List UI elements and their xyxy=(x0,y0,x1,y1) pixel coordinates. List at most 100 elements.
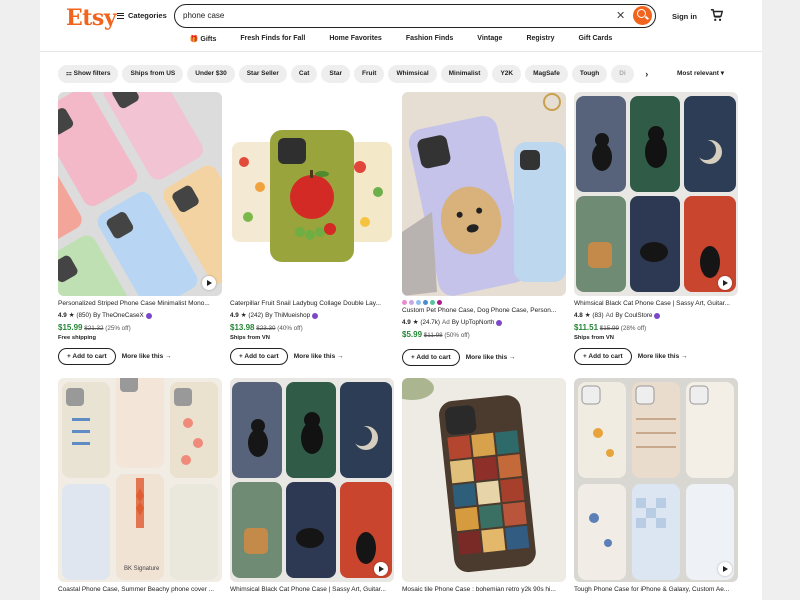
nav-item-fresh-finds[interactable]: Fresh Finds for Fall xyxy=(228,31,317,49)
star-icon: ★ xyxy=(68,312,75,319)
product-rating: 4.9 ★ (850) By TheOneCaseX xyxy=(58,312,222,319)
product-rating: 4.9 ★ (24.7k) Ad By UpTopNorth xyxy=(402,319,566,326)
product-title[interactable]: Coastal Phone Case, Summer Beachy phone … xyxy=(58,586,222,595)
chevron-right-icon[interactable]: › xyxy=(638,65,656,83)
star-seller-icon xyxy=(496,319,503,326)
nav-item-gift-cards[interactable]: Gift Cards xyxy=(566,31,624,49)
product-card[interactable]: Tough Phone Case for iPhone & Galaxy, Cu… xyxy=(574,378,738,595)
chip-partial[interactable]: Di xyxy=(611,65,634,83)
add-to-cart-button[interactable]: + Add to cart xyxy=(402,349,460,366)
add-to-cart-button[interactable]: + Add to cart xyxy=(230,348,288,365)
gift-icon: 🎁 xyxy=(189,36,199,43)
shipping-info: Free shipping xyxy=(58,335,97,341)
product-card[interactable]: Personalized Striped Phone Case Minimali… xyxy=(58,92,222,365)
chip-star[interactable]: Star xyxy=(321,65,351,83)
product-title[interactable]: Whimsical Black Cat Phone Case | Sassy A… xyxy=(230,586,394,595)
nav-item-gifts[interactable]: 🎁 Gifts xyxy=(178,31,229,49)
nav-item-vintage[interactable]: Vintage xyxy=(465,31,514,49)
color-swatch[interactable] xyxy=(423,300,428,305)
chip-fruit[interactable]: Fruit xyxy=(354,65,385,83)
product-image[interactable] xyxy=(574,92,738,296)
product-card[interactable]: BK Signature Coastal Phone Case, Summer … xyxy=(58,378,222,595)
filter-chips: ⚏ Show filters Ships from US Under $30 S… xyxy=(58,64,758,84)
product-title[interactable]: Custom Pet Phone Case, Dog Phone Case, P… xyxy=(402,307,566,316)
play-icon[interactable] xyxy=(718,562,732,576)
etsy-logo[interactable]: Etsy xyxy=(66,5,117,31)
shipping-info: Ships from VN xyxy=(230,335,270,341)
more-like-this-link[interactable]: More like this → xyxy=(638,353,688,360)
menu-icon xyxy=(117,12,124,19)
product-price: $5.99 $11.98 (50% off) xyxy=(402,330,470,339)
color-swatch[interactable] xyxy=(402,300,407,305)
product-title[interactable]: Mosaic tile Phone Case : bohemian retro … xyxy=(402,586,566,595)
chip-under-30[interactable]: Under $30 xyxy=(187,65,235,83)
search-bar: ✕ xyxy=(174,4,656,28)
product-rating: 4.8 ★ (83) Ad By CoulStore xyxy=(574,312,738,319)
product-card[interactable]: Custom Pet Phone Case, Dog Phone Case, P… xyxy=(402,92,566,366)
cart-icon[interactable] xyxy=(710,8,724,22)
header: Etsy Categories ✕ Sign in 🎁Gifts Fresh F… xyxy=(40,0,762,52)
product-card[interactable]: Mosaic tile Phone Case : bohemian retro … xyxy=(402,378,566,595)
product-card[interactable]: Whimsical Black Cat Phone Case | Sassy A… xyxy=(230,378,394,595)
chip-minimalist[interactable]: Minimalist xyxy=(440,65,489,83)
play-icon[interactable] xyxy=(202,276,216,290)
product-image[interactable] xyxy=(58,92,222,296)
product-image[interactable] xyxy=(230,92,394,296)
product-image[interactable] xyxy=(574,378,738,582)
star-icon: ★ xyxy=(412,319,419,326)
star-seller-icon xyxy=(654,312,661,319)
add-to-cart-button[interactable]: + Add to cart xyxy=(58,348,116,365)
nav-item-registry[interactable]: Registry xyxy=(514,31,566,49)
product-card[interactable]: Caterpillar Fruit Snail Ladybug Collage … xyxy=(230,92,394,365)
product-title[interactable]: Tough Phone Case for iPhone & Galaxy, Cu… xyxy=(574,586,738,595)
star-seller-icon xyxy=(312,312,319,319)
product-image[interactable] xyxy=(230,378,394,582)
chip-magsafe[interactable]: MagSafe xyxy=(525,65,568,83)
chip-tough[interactable]: Tough xyxy=(571,65,608,83)
product-title[interactable]: Caterpillar Fruit Snail Ladybug Collage … xyxy=(230,300,394,309)
chip-star-seller[interactable]: Star Seller xyxy=(238,65,287,83)
nav-item-home-favorites[interactable]: Home Favorites xyxy=(317,31,394,49)
shipping-info: Ships from VN xyxy=(574,335,614,341)
show-filters-button[interactable]: ⚏ Show filters xyxy=(58,65,119,83)
chip-y2k[interactable]: Y2K xyxy=(492,65,522,83)
chip-whimsical[interactable]: Whimsical xyxy=(388,65,437,83)
product-title[interactable]: Personalized Striped Phone Case Minimali… xyxy=(58,300,222,309)
sort-dropdown[interactable]: Most relevant ▾ xyxy=(677,69,724,77)
add-to-cart-button[interactable]: + Add to cart xyxy=(574,348,632,365)
chevron-down-icon: ▾ xyxy=(720,70,724,77)
search-input[interactable] xyxy=(183,8,603,23)
page: Etsy Categories ✕ Sign in 🎁Gifts Fresh F… xyxy=(40,0,762,600)
product-rating: 4.9 ★ (242) By ThiMueishop xyxy=(230,312,394,319)
product-image[interactable] xyxy=(402,378,566,582)
search-button[interactable] xyxy=(633,6,652,25)
product-image[interactable] xyxy=(402,92,566,296)
product-price: $15.99 $21.32 (25% off) xyxy=(58,323,131,332)
categories-label: Categories xyxy=(128,11,167,20)
color-swatch[interactable] xyxy=(416,300,421,305)
color-swatch[interactable] xyxy=(430,300,435,305)
chip-cat[interactable]: Cat xyxy=(290,65,318,83)
color-swatch[interactable] xyxy=(437,300,442,305)
chip-ships-from-us[interactable]: Ships from US xyxy=(122,65,184,83)
star-icon: ★ xyxy=(584,312,591,319)
color-swatch[interactable] xyxy=(409,300,414,305)
color-swatches[interactable] xyxy=(402,300,566,305)
product-price: $13.98 $23.30 (40% off) xyxy=(230,323,303,332)
more-like-this-link[interactable]: More like this → xyxy=(122,353,172,360)
nav-item-fashion-finds[interactable]: Fashion Finds xyxy=(394,31,465,49)
star-icon: ★ xyxy=(240,312,247,319)
sign-in-link[interactable]: Sign in xyxy=(672,12,697,21)
clear-icon[interactable]: ✕ xyxy=(616,9,625,22)
categories-button[interactable]: Categories xyxy=(117,11,167,20)
play-icon[interactable] xyxy=(718,276,732,290)
product-image[interactable]: BK Signature xyxy=(58,378,222,582)
product-card[interactable]: Whimsical Black Cat Phone Case | Sassy A… xyxy=(574,92,738,365)
product-price: $11.51 $15.99 (28% off) xyxy=(574,323,647,332)
product-title[interactable]: Whimsical Black Cat Phone Case | Sassy A… xyxy=(574,300,738,309)
more-like-this-link[interactable]: More like this → xyxy=(466,354,516,361)
filter-icon: ⚏ xyxy=(66,70,74,77)
play-icon[interactable] xyxy=(374,562,388,576)
more-like-this-link[interactable]: More like this → xyxy=(294,353,344,360)
star-seller-icon xyxy=(145,312,152,319)
